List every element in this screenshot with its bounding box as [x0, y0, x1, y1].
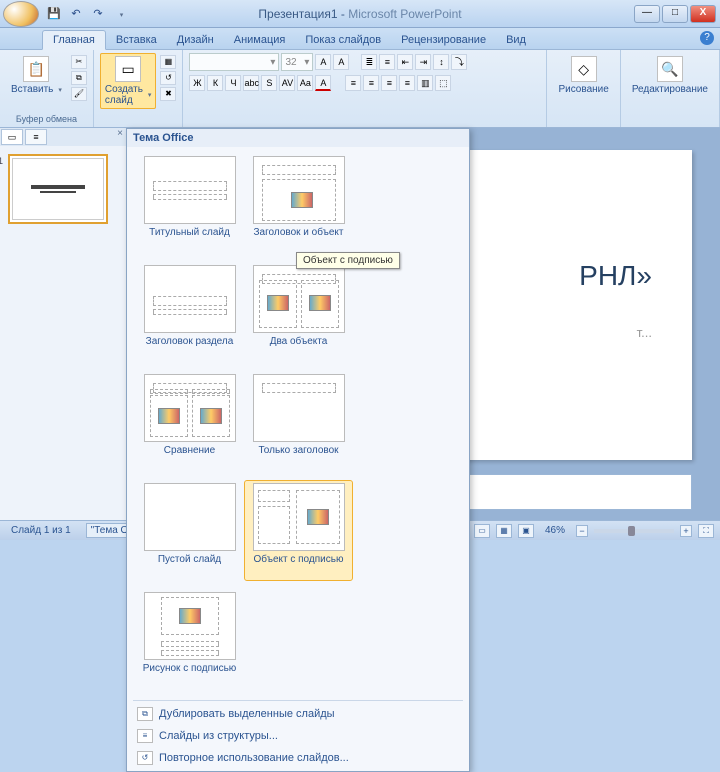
group-drawing: ◇ Рисование: [547, 50, 620, 127]
font-color-button[interactable]: A: [315, 75, 331, 91]
group-clipboard: 📋 Вставить ✂ ⧉ 🖌 Буфер обмена: [0, 50, 94, 127]
paste-icon: 📋: [23, 56, 49, 82]
paste-button[interactable]: 📋 Вставить: [6, 53, 67, 98]
change-case-button[interactable]: Aa: [297, 75, 313, 91]
find-icon: 🔍: [657, 56, 683, 82]
slides-from-outline-cmd[interactable]: ≡Слайды из структуры...: [131, 725, 465, 747]
format-painter-button[interactable]: 🖌: [71, 87, 87, 101]
slide-sub-fragment: т...: [637, 325, 652, 340]
slides-panel: ▭ ≡ × 1: [0, 128, 128, 520]
maximize-button[interactable]: □: [662, 5, 688, 23]
outline-tab[interactable]: ≡: [25, 129, 47, 145]
redo-button[interactable]: ↷: [89, 5, 107, 23]
tab-slideshow[interactable]: Показ слайдов: [295, 31, 391, 49]
window-controls: — □ X: [634, 5, 716, 23]
layout-section-header[interactable]: Заголовок раздела: [135, 262, 244, 363]
ribbon: 📋 Вставить ✂ ⧉ 🖌 Буфер обмена ▭ Создать …: [0, 50, 720, 128]
zoom-out-button[interactable]: −: [576, 525, 588, 537]
zoom-slider[interactable]: [594, 529, 674, 533]
align-left-button[interactable]: ≡: [345, 75, 361, 91]
group-label-clipboard: Буфер обмена: [16, 114, 77, 126]
panel-close-icon[interactable]: ×: [113, 128, 127, 146]
indent-dec-button[interactable]: ⇤: [397, 54, 413, 70]
qat-customize[interactable]: [111, 5, 129, 23]
sorter-view-button[interactable]: ▦: [496, 524, 512, 538]
convert-smartart-button[interactable]: ⬚: [435, 75, 451, 91]
office-button[interactable]: [3, 1, 39, 27]
shadow-button[interactable]: S: [261, 75, 277, 91]
layout-button[interactable]: ▦: [160, 55, 176, 69]
tab-animation[interactable]: Анимация: [224, 31, 296, 49]
tab-insert[interactable]: Вставка: [106, 31, 167, 49]
reuse-slides-cmd[interactable]: ↺Повторное использование слайдов...: [131, 747, 465, 769]
shrink-font-button[interactable]: A: [333, 54, 349, 70]
title-bar: 💾 ↶ ↷ Презентация1 - Microsoft PowerPoin…: [0, 0, 720, 28]
quick-access-toolbar: 💾 ↶ ↷: [45, 5, 129, 23]
ribbon-tabs: Главная Вставка Дизайн Анимация Показ сл…: [0, 28, 720, 50]
layout-title-slide[interactable]: Титульный слайд: [135, 153, 244, 254]
new-slide-button[interactable]: ▭ Создать слайд: [100, 53, 157, 109]
group-label-font: [364, 114, 367, 126]
drawing-button[interactable]: ◇ Рисование: [553, 53, 613, 98]
line-spacing-button[interactable]: ↕: [433, 54, 449, 70]
group-editing: 🔍 Редактирование: [621, 50, 720, 127]
layout-comparison[interactable]: Сравнение: [135, 371, 244, 472]
layout-title-only[interactable]: Только заголовок: [244, 371, 353, 472]
slides-tab[interactable]: ▭: [1, 129, 23, 145]
columns-button[interactable]: ▥: [417, 75, 433, 91]
font-name-combo[interactable]: ▾: [189, 53, 279, 71]
align-right-button[interactable]: ≡: [381, 75, 397, 91]
gallery-heading: Тема Office: [127, 129, 469, 147]
layout-title-content[interactable]: Заголовок и объект: [244, 153, 353, 254]
new-slide-icon: ▭: [115, 56, 141, 82]
font-size-combo[interactable]: 32▾: [281, 53, 313, 71]
zoom-percent[interactable]: 46%: [540, 523, 570, 538]
layout-tooltip: Объект с подписью: [296, 252, 400, 269]
minimize-button[interactable]: —: [634, 5, 660, 23]
editing-button[interactable]: 🔍 Редактирование: [627, 53, 713, 98]
normal-view-button[interactable]: ▭: [474, 524, 490, 538]
strike-button[interactable]: abc: [243, 75, 259, 91]
indent-inc-button[interactable]: ⇥: [415, 54, 431, 70]
tab-view[interactable]: Вид: [496, 31, 536, 49]
fit-window-button[interactable]: ⛶: [698, 524, 714, 538]
layout-gallery: Тема Office Титульный слайд Заголовок и …: [126, 128, 470, 772]
group-font-paragraph: ▾ 32▾ A A ≣ ≡ ⇤ ⇥ ↕ ⤵ Ж К Ч abc S: [183, 50, 547, 127]
slideshow-view-button[interactable]: ▣: [518, 524, 534, 538]
shapes-icon: ◇: [571, 56, 597, 82]
underline-button[interactable]: Ч: [225, 75, 241, 91]
tab-home[interactable]: Главная: [42, 30, 106, 50]
help-icon[interactable]: ?: [700, 31, 714, 45]
undo-button[interactable]: ↶: [67, 5, 85, 23]
cut-button[interactable]: ✂: [71, 55, 87, 69]
layout-two-content[interactable]: Два объекта: [244, 262, 353, 363]
duplicate-slides-cmd[interactable]: ⧉Дублировать выделенные слайды: [131, 703, 465, 725]
copy-button[interactable]: ⧉: [71, 71, 87, 85]
tab-design[interactable]: Дизайн: [167, 31, 224, 49]
char-spacing-button[interactable]: AV: [279, 75, 295, 91]
zoom-in-button[interactable]: +: [680, 525, 692, 537]
align-center-button[interactable]: ≡: [363, 75, 379, 91]
close-button[interactable]: X: [690, 5, 716, 23]
delete-slide-button[interactable]: ✖: [160, 87, 176, 101]
reset-button[interactable]: ↺: [160, 71, 176, 85]
bold-button[interactable]: Ж: [189, 75, 205, 91]
group-label-slides: [137, 114, 140, 126]
bullets-button[interactable]: ≣: [361, 54, 377, 70]
window-title: Презентация1 - Microsoft PowerPoint: [258, 7, 461, 21]
tab-review[interactable]: Рецензирование: [391, 31, 496, 49]
layout-content-caption[interactable]: Объект с подписью: [244, 480, 353, 581]
layout-picture-caption[interactable]: Рисунок с подписью: [135, 589, 244, 690]
group-slides: ▭ Создать слайд ▦ ↺ ✖: [94, 50, 184, 127]
numbering-button[interactable]: ≡: [379, 54, 395, 70]
text-direction-button[interactable]: ⤵: [451, 54, 467, 70]
italic-button[interactable]: К: [207, 75, 223, 91]
slide-thumbnail-1[interactable]: [8, 154, 108, 224]
status-slide-count: Слайд 1 из 1: [6, 523, 76, 538]
layout-blank[interactable]: Пустой слайд: [135, 480, 244, 581]
grow-font-button[interactable]: A: [315, 54, 331, 70]
slide-title-fragment: РНЛ»: [579, 260, 652, 292]
justify-button[interactable]: ≡: [399, 75, 415, 91]
save-button[interactable]: 💾: [45, 5, 63, 23]
